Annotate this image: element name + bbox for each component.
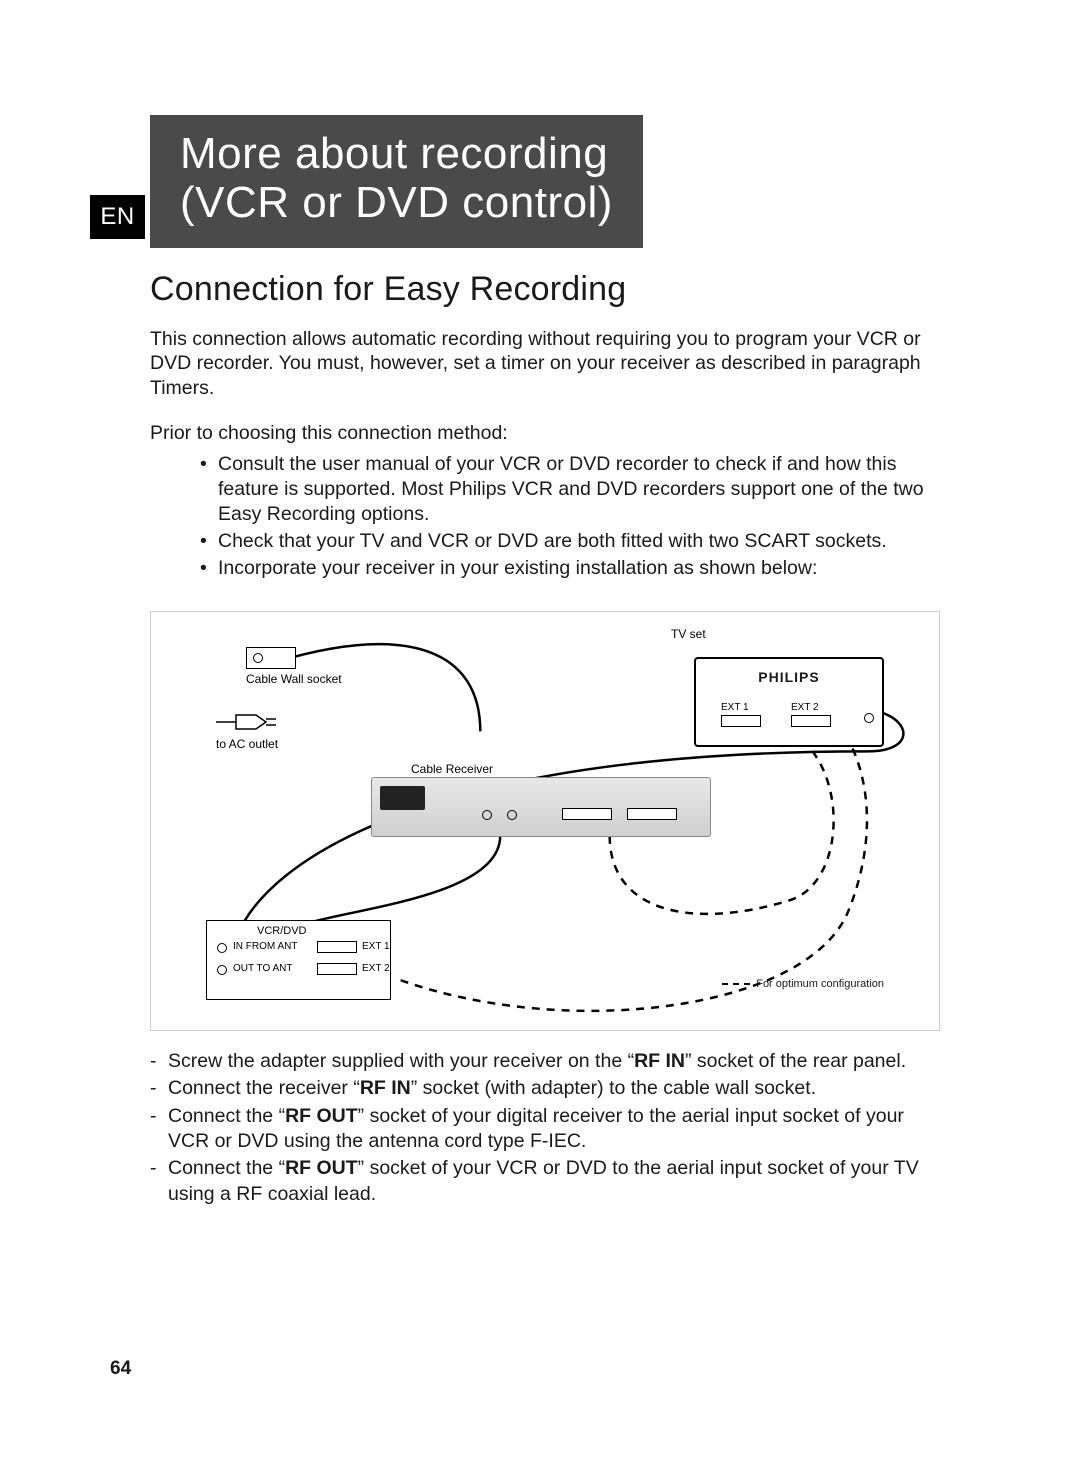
scart-port-icon — [627, 808, 677, 820]
tv-brand: PHILIPS — [696, 669, 882, 685]
ext2-label: EXT 2 — [791, 702, 819, 713]
list-item: Consult the user manual of your VCR or D… — [200, 452, 940, 527]
page-number: 64 — [110, 1358, 131, 1380]
connection-diagram: TV set PHILIPS EXT 1 EXT 2 Cable Wall so… — [150, 611, 940, 1031]
antenna-port-icon — [864, 713, 874, 723]
step-text: Screw the adapter supplied with your rec… — [168, 1050, 634, 1072]
vcr-dvd-box: VCR/DVD IN FROM ANT EXT 1 OUT TO ANT EXT… — [206, 920, 391, 1000]
connection-steps: Screw the adapter supplied with your rec… — [150, 1049, 940, 1207]
antenna-port-icon — [217, 943, 227, 953]
manual-page: EN More about recording (VCR or DVD cont… — [0, 0, 1080, 1465]
wall-socket-box — [246, 647, 296, 669]
scart-port-icon — [562, 808, 612, 820]
out-to-ant-label: OUT TO ANT — [233, 963, 292, 974]
scart-port-icon — [721, 715, 761, 727]
antenna-port-icon — [217, 965, 227, 975]
pre-list-text: Prior to choosing this connection method… — [150, 421, 940, 446]
scart-port-icon — [791, 715, 831, 727]
step-text: ” socket of the rear panel. — [685, 1050, 906, 1072]
step-text: Connect the receiver “ — [168, 1077, 360, 1099]
title-line-1: More about recording — [180, 129, 613, 178]
rf-port-icon — [482, 810, 492, 820]
scart-port-icon — [317, 941, 357, 953]
ext1-label: EXT 1 — [721, 702, 749, 713]
ext1-label-vcr: EXT 1 — [362, 941, 390, 952]
rf-port-icon — [507, 810, 517, 820]
ac-outlet-label: to AC outlet — [216, 737, 278, 751]
step-text: Connect the “ — [168, 1157, 285, 1179]
scart-port-icon — [317, 963, 357, 975]
step-bold: RF IN — [634, 1050, 685, 1072]
step-item: Screw the adapter supplied with your rec… — [150, 1049, 940, 1074]
step-text: ” socket (with adapter) to the cable wal… — [411, 1077, 816, 1099]
step-bold: RF OUT — [285, 1105, 358, 1127]
section-heading: Connection for Easy Recording — [150, 270, 970, 309]
ac-plug-icon — [211, 707, 281, 737]
coax-icon — [253, 653, 263, 663]
tv-set-box: PHILIPS EXT 1 EXT 2 — [694, 657, 884, 747]
receiver-label: Cable Receiver — [411, 762, 493, 776]
prerequisite-list: Consult the user manual of your VCR or D… — [200, 452, 940, 581]
step-text: Connect the “ — [168, 1105, 285, 1127]
language-tab: EN — [90, 195, 145, 239]
page-title-block: More about recording (VCR or DVD control… — [150, 115, 643, 248]
in-from-ant-label: IN FROM ANT — [233, 941, 297, 952]
cable-receiver-box — [371, 777, 711, 837]
vcr-label: VCR/DVD — [257, 925, 307, 937]
wall-socket-label: Cable Wall socket — [246, 672, 342, 686]
title-line-2: (VCR or DVD control) — [180, 178, 613, 227]
step-bold: RF OUT — [285, 1157, 358, 1179]
step-item: Connect the “RF OUT” socket of your VCR … — [150, 1156, 940, 1207]
intro-paragraph: This connection allows automatic recordi… — [150, 327, 940, 402]
step-bold: RF IN — [360, 1077, 411, 1099]
list-item: Incorporate your receiver in your existi… — [200, 556, 940, 581]
tv-set-label: TV set — [671, 627, 706, 641]
step-item: Connect the receiver “RF IN” socket (wit… — [150, 1076, 940, 1101]
legend-optimum: For optimum configuration — [722, 978, 884, 990]
step-item: Connect the “RF OUT” socket of your digi… — [150, 1104, 940, 1155]
list-item: Check that your TV and VCR or DVD are bo… — [200, 529, 940, 554]
ext2-label-vcr: EXT 2 — [362, 963, 390, 974]
